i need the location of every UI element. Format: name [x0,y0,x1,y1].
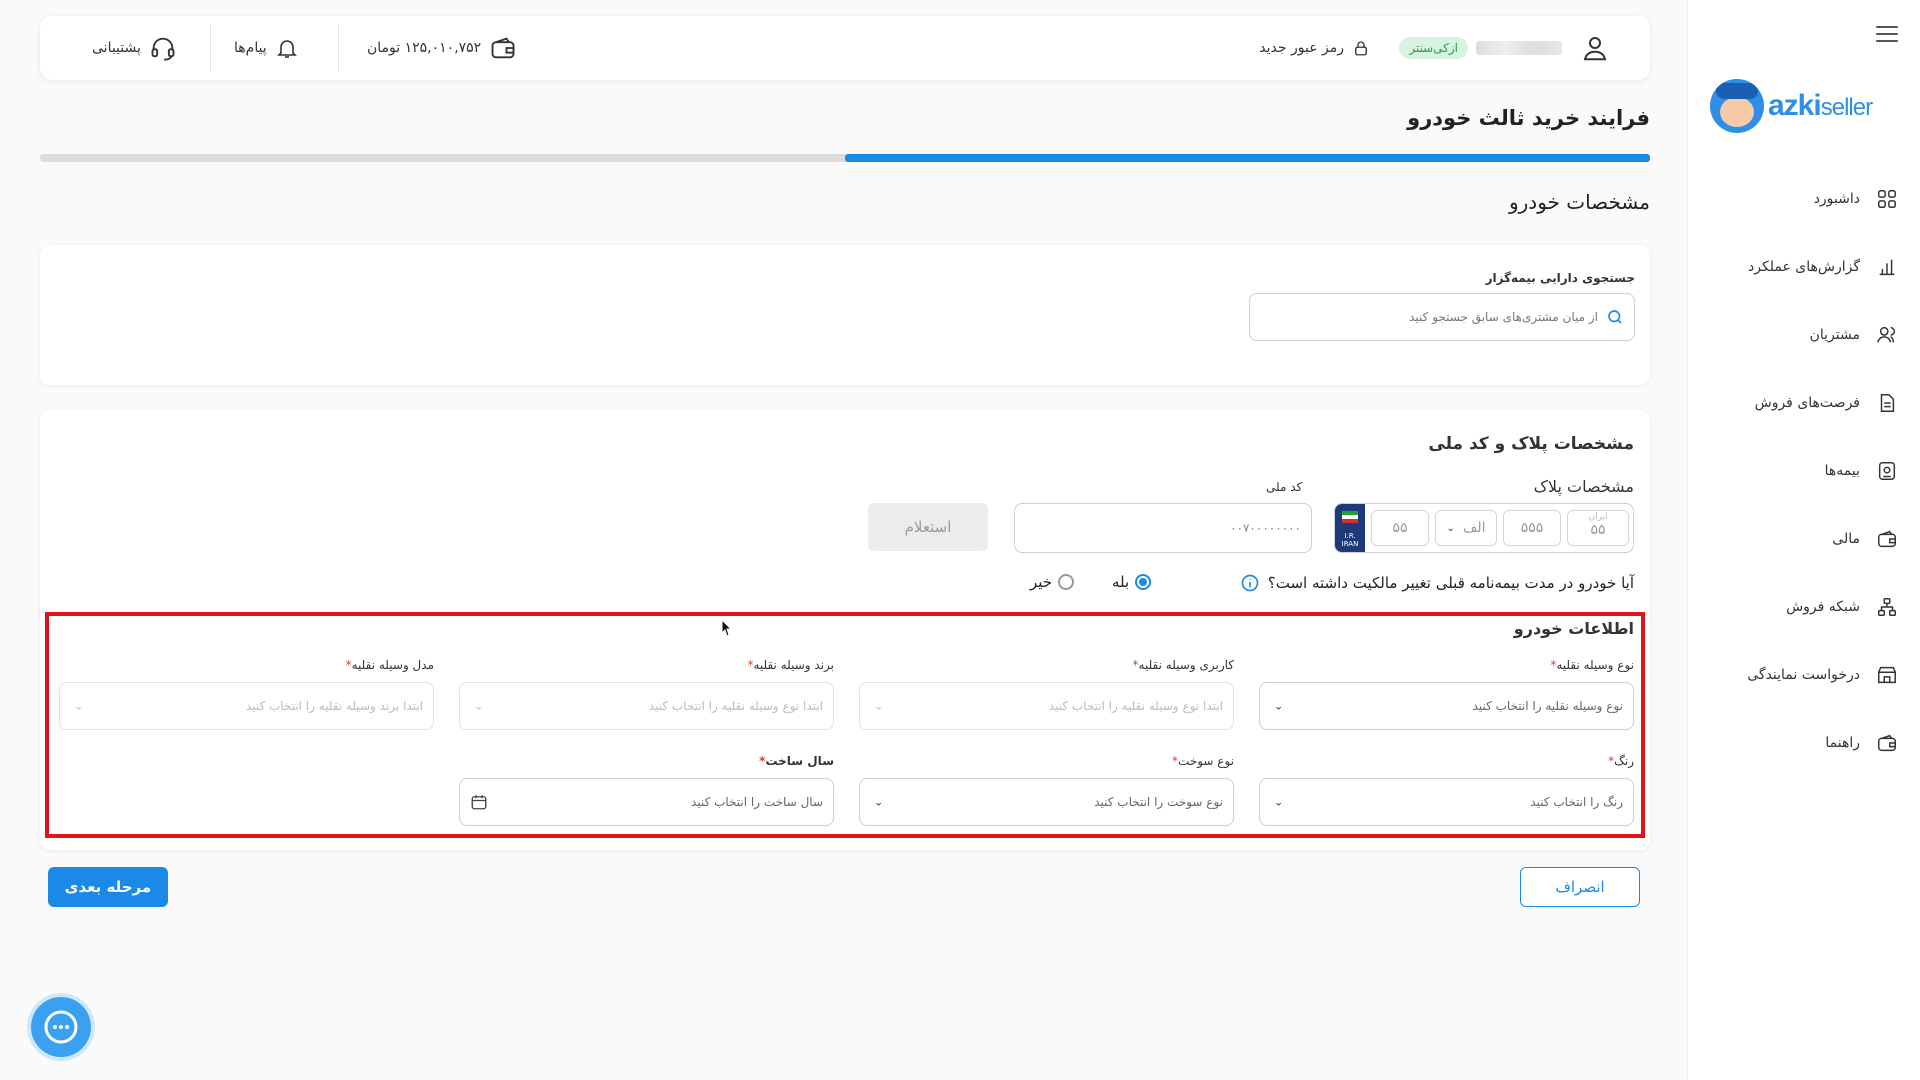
users-icon [1874,322,1900,348]
sidebar-item-label: گزارش‌های عملکرد [1748,259,1860,275]
messages-link[interactable]: پیام‌ها [234,16,299,80]
radio-yes-indicator[interactable] [1135,574,1152,590]
sidebar-item-3[interactable]: فرصت‌های فروش [1687,369,1920,437]
top-bar: ازکی‌سنتر رمز عبور جدید ۱۲۵,۰۱۰,۷۵۲ توما… [40,16,1650,80]
chat-icon [44,1010,78,1044]
sidebar-item-label: مالی [1832,531,1860,547]
headset-icon [151,37,175,61]
vehicle-usage-select[interactable]: ابتدا نوع وسیله نقلیه را انتخاب کنید ⌄ [859,682,1234,730]
chevron-down-icon: ⌄ [474,699,484,713]
chevron-down-icon: ⌄ [874,699,884,713]
dashboard-icon [1874,186,1900,212]
new-password-link[interactable]: رمز عبور جدید [1259,16,1370,80]
field-label: مدل وسیله نقلیه [346,658,434,672]
sidebar-item-1[interactable]: گزارش‌های عملکرد [1687,233,1920,301]
ownership-question-row: آیا خودرو در مدت بیمه‌نامه قبلی تغییر ما… [1240,573,1634,593]
field-label: کاربری وسیله نقلیه [1133,658,1234,672]
logo[interactable]: azkiseller [1710,78,1900,134]
plate-two-digits[interactable]: ۵۵ [1371,510,1429,546]
status-badge: ازکی‌سنتر [1399,16,1468,80]
mascot-icon [1710,79,1764,133]
bell-icon [276,40,297,58]
sidebar-item-label: شبکه فروش [1786,599,1860,615]
radio-yes[interactable]: بله [1112,573,1152,591]
page-title: فرایند خرید ثالث خودرو [1407,106,1650,130]
radio-no-indicator[interactable] [1058,574,1075,590]
sidebar-item-label: درخواست نمایندگی [1747,667,1860,683]
field-label: برند وسیله نقلیه [747,658,834,672]
progress-fill [845,154,1650,162]
field-label: نوع سوخت [1172,754,1234,768]
color-select[interactable]: رنگ را انتخاب کنید ⌄ [1259,778,1634,826]
chevron-down-icon: ⌄ [1274,699,1284,713]
plate-label: مشخصات پلاک [1533,477,1634,496]
sidebar-item-label: مشتریان [1809,327,1860,343]
chevron-down-icon: ⌄ [874,795,884,809]
plate-card-title: مشخصات پلاک و کد ملی [1428,434,1634,454]
section-title: مشخصات خودرو [1508,190,1650,214]
info-icon [1241,574,1259,592]
vehicle-brand-select[interactable]: ابتدا نوع وسیله نقلیه را انتخاب کنید ⌄ [459,682,834,730]
wallet-icon [491,37,515,59]
plate-three-digits[interactable]: ۵۵۵ [1503,510,1561,546]
plate-input[interactable]: I.R. IRAN ۵۵ ⌄ الف ۵۵۵ ایران ۵۵ [1334,503,1634,553]
lock-icon [1355,41,1367,56]
document-icon [1874,390,1900,416]
search-icon [1608,310,1622,324]
chevron-down-icon: ⌄ [74,699,84,713]
sidebar-item-8[interactable]: راهنما [1687,709,1920,777]
chat-widget-button[interactable] [31,997,91,1057]
sidebar-item-label: فرصت‌های فروش [1754,395,1860,411]
field-label: سال ساخت [759,754,834,768]
fuel-type-select[interactable]: نوع سوخت را انتخاب کنید ⌄ [859,778,1234,826]
inquiry-button[interactable]: استعلام [868,503,988,551]
cancel-button[interactable]: انصراف [1520,867,1640,907]
plate-letter-select[interactable]: ⌄ الف [1435,510,1497,546]
build-year-input[interactable]: سال ساخت را انتخاب کنید [459,778,834,826]
sidebar-item-label: داشبورد [1813,191,1860,207]
sidebar-item-0[interactable]: داشبورد [1687,165,1920,233]
user-name [1476,16,1562,80]
sidebar-item-label: بیمه‌ها [1824,463,1860,479]
progress-bar [40,154,1650,162]
guide-icon [1874,730,1900,756]
ownership-question: آیا خودرو در مدت بیمه‌نامه قبلی تغییر ما… [1267,574,1634,592]
vehicle-type-select[interactable]: نوع وسیله نقلیه را انتخاب کنید ⌄ [1259,682,1634,730]
sidebar-item-2[interactable]: مشتریان [1687,301,1920,369]
chevron-down-icon: ⌄ [1274,795,1284,809]
vehicle-model-select[interactable]: ابتدا برند وسیله نقلیه را انتخاب کنید ⌄ [59,682,434,730]
user-icon [1583,37,1607,61]
vehicle-info-title: اطلاعات خودرو [1513,619,1634,638]
insurance-icon [1874,458,1900,484]
user-avatar[interactable] [1580,16,1610,80]
sidebar-item-7[interactable]: درخواست نمایندگی [1687,641,1920,709]
national-code-label: کد ملی [1266,480,1303,494]
next-step-button[interactable]: مرحله بعدی [48,867,168,907]
national-code-input[interactable]: ۰۰۷۰۰۰۰۰۰۰۰ [1014,503,1312,553]
search-input[interactable]: از میان مشتری‌های سابق جستجو کنید [1249,293,1635,341]
chart-bar-icon [1874,254,1900,280]
calendar-icon [471,795,487,810]
store-icon [1874,662,1900,688]
sidebar-nav: داشبورد گزارش‌های عملکرد مشتریان فرصت‌های ف… [1687,165,1920,777]
mouse-cursor-icon [721,619,733,637]
menu-icon[interactable] [1876,26,1898,44]
radio-no[interactable]: خیر [1030,573,1075,591]
network-icon [1874,594,1900,620]
plate-iran-code[interactable]: ایران ۵۵ [1567,510,1629,546]
search-card: جستجوی دارایی بیمه‌گزار از میان مشتری‌ها… [40,245,1650,385]
wallet-icon [1874,526,1900,552]
chevron-down-icon: ⌄ [1446,522,1455,534]
search-label: جستجوی دارایی بیمه‌گزار [1485,271,1635,285]
wallet-balance[interactable]: ۱۲۵,۰۱۰,۷۵۲ تومان [367,16,517,80]
iran-flag-icon: I.R. IRAN [1335,504,1365,552]
sidebar-item-6[interactable]: شبکه فروش [1687,573,1920,641]
field-label: رنگ [1608,754,1634,768]
field-label: نوع وسیله نقلیه [1550,658,1634,672]
sidebar-item-5[interactable]: مالی [1687,505,1920,573]
sidebar-item-4[interactable]: بیمه‌ها [1687,437,1920,505]
sidebar: azkiseller داشبورد گزارش‌های عملکرد مشتریا… [1687,0,1920,1080]
sidebar-item-label: راهنما [1825,735,1860,751]
support-link[interactable]: پشتیبانی [92,16,177,80]
